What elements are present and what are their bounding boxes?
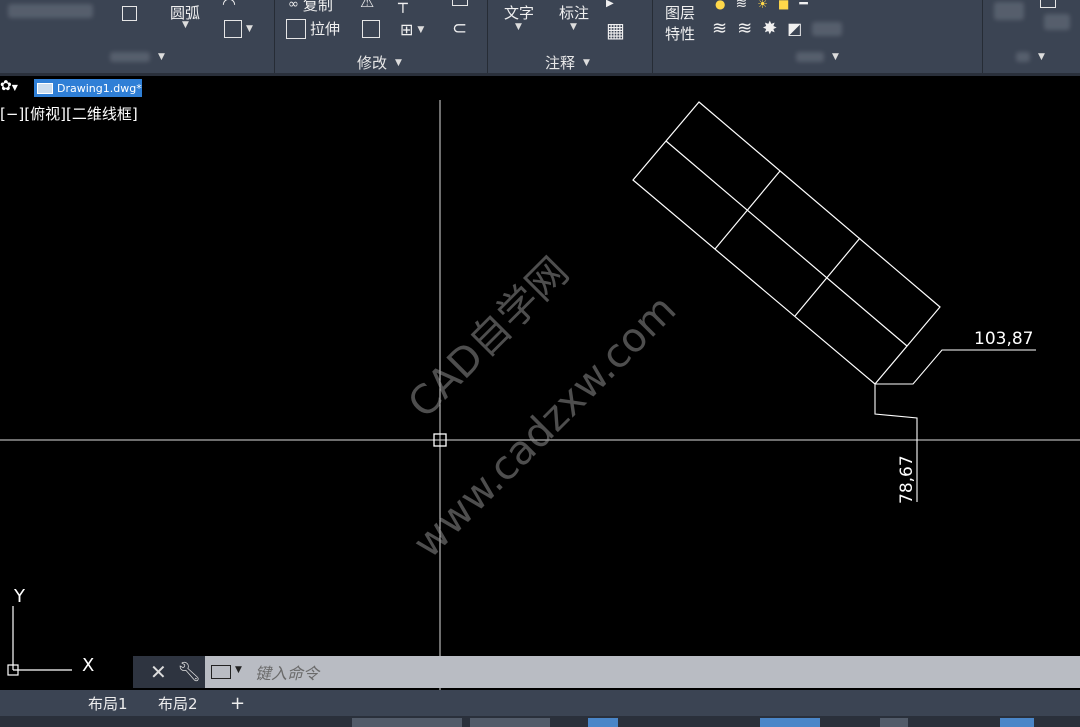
stretch-icon bbox=[286, 18, 306, 39]
wrench-icon[interactable]: 🔧︎ bbox=[177, 660, 201, 683]
copy-tool[interactable]: ∞ 复制 bbox=[288, 0, 333, 15]
status-item[interactable] bbox=[880, 718, 908, 727]
dim-horizontal-value: 103,87 bbox=[974, 329, 1033, 349]
blurred-tool[interactable] bbox=[8, 4, 93, 18]
dimension-caret[interactable]: ▼ bbox=[570, 22, 577, 32]
drawing-file-icon bbox=[37, 82, 53, 94]
status-item[interactable] bbox=[352, 718, 462, 727]
block-panel-title[interactable]: ▼ bbox=[1016, 52, 1045, 62]
text-caret[interactable]: ▼ bbox=[515, 22, 522, 32]
array-tool[interactable]: ⊞ ▼ bbox=[400, 20, 424, 39]
insert-tool[interactable] bbox=[994, 2, 1024, 20]
array-icon: ⊞ bbox=[400, 20, 414, 39]
status-toggle[interactable] bbox=[760, 718, 820, 727]
layer-tools-row1[interactable]: ● ≋ ☀ ■ ━ bbox=[715, 0, 808, 12]
sun-icon: ☀ bbox=[757, 0, 768, 11]
scale-tool[interactable] bbox=[362, 20, 380, 38]
chevron-down-icon[interactable]: ▼ bbox=[235, 665, 242, 675]
block-tool[interactable] bbox=[1040, 0, 1056, 8]
trim-icon[interactable]: ┬ bbox=[398, 0, 408, 13]
gear-icon[interactable]: ✿▼ bbox=[0, 78, 18, 94]
command-input[interactable] bbox=[253, 660, 857, 686]
close-icon[interactable]: ✕ bbox=[150, 660, 167, 684]
layer-properties-line2: 特性 bbox=[665, 25, 696, 43]
layer-stack-icon: ≋ bbox=[712, 18, 728, 39]
copy-icon: ∞ bbox=[288, 0, 299, 12]
layer-edit-icon: ≋ bbox=[735, 0, 748, 12]
status-item[interactable] bbox=[470, 718, 550, 727]
stretch-tool[interactable]: 拉伸 bbox=[286, 18, 340, 39]
hatch-tool[interactable]: ▼ bbox=[224, 20, 253, 38]
layer-properties-line1: 图层 bbox=[665, 4, 696, 22]
dimension-tool[interactable]: 标注 bbox=[559, 2, 589, 23]
offset-icon[interactable]: ⊂ bbox=[452, 18, 467, 39]
command-prompt-icon[interactable] bbox=[211, 665, 231, 679]
command-line: ✕ 🔧︎ ▼ bbox=[133, 656, 1080, 688]
viewport-controls[interactable]: [−][俯视][二维线框] bbox=[0, 103, 138, 124]
status-toggle[interactable] bbox=[588, 718, 618, 727]
dimension-label: 标注 bbox=[559, 4, 590, 22]
copy-label: 复制 bbox=[302, 0, 333, 14]
ribbon: 圆弧 ▼ ▼ ◠ ▼ ∞ 复制 拉伸 ⚠ ┬ ⊞ ▼ ⊂ 修改 ▼ 文字 ▼ 标注 ▼… bbox=[0, 0, 1080, 76]
layer-dash-icon: ━ bbox=[799, 0, 808, 12]
tab-layout2[interactable]: 布局2 bbox=[150, 692, 206, 714]
text-tool[interactable]: 文字 bbox=[504, 2, 534, 23]
mirror-icon[interactable]: ⚠ bbox=[360, 0, 374, 11]
layer-properties-button[interactable]: 图层 特性 bbox=[665, 2, 695, 44]
modify-panel-title[interactable]: 修改 ▼ bbox=[357, 52, 402, 73]
table-icon: ▦ bbox=[606, 18, 625, 42]
tab-layout1[interactable]: 布局1 bbox=[80, 692, 136, 714]
scale-icon bbox=[362, 20, 380, 38]
hatch-icon bbox=[224, 20, 242, 38]
modify-panel-label: 修改 bbox=[357, 54, 388, 72]
leader-icon[interactable]: ▶ bbox=[606, 0, 614, 9]
status-bar bbox=[0, 716, 1080, 727]
text-label: 文字 bbox=[504, 4, 535, 22]
add-layout-button[interactable]: + bbox=[222, 692, 254, 714]
status-toggle[interactable] bbox=[1000, 718, 1034, 727]
layer-tools-row2[interactable]: ≋ ≋ ✸ ◩ bbox=[712, 18, 843, 39]
dim-vertical-value: 78,67 bbox=[897, 455, 917, 504]
file-tab-drawing1[interactable]: Drawing1.dwg* bbox=[34, 79, 142, 97]
ucs-y-label: Y bbox=[13, 586, 26, 607]
layer-stack-icon-2: ≋ bbox=[737, 18, 753, 39]
circle-icon[interactable]: ◠ bbox=[222, 0, 236, 13]
layers-panel-title[interactable]: ▼ bbox=[796, 52, 839, 62]
rotated-rectangle bbox=[632, 101, 941, 385]
bulb-icon: ● bbox=[715, 0, 726, 11]
layer-freeze-icon: ✸ bbox=[762, 18, 778, 39]
layer-lock-icon: ◩ bbox=[787, 19, 803, 38]
stretch-label: 拉伸 bbox=[310, 20, 341, 38]
block-edit-tool[interactable] bbox=[1044, 14, 1070, 30]
lock-icon: ■ bbox=[777, 0, 790, 11]
file-tab-label: Drawing1.dwg* bbox=[57, 81, 142, 95]
fillet-icon[interactable] bbox=[452, 0, 468, 6]
annotation-panel-label: 注释 bbox=[545, 54, 576, 72]
file-tab-bar: ✿▼ Drawing1.dwg* bbox=[0, 76, 1080, 98]
ucs-icon bbox=[7, 606, 72, 676]
drawing-canvas[interactable]: 103,87 78,67 Y X bbox=[0, 98, 1080, 690]
arc-caret[interactable]: ▼ bbox=[182, 20, 189, 30]
annotation-panel-title[interactable]: 注释 ▼ bbox=[545, 52, 590, 73]
draw-panel-title[interactable]: ▼ bbox=[110, 52, 165, 62]
ucs-x-label: X bbox=[82, 655, 94, 676]
layout-tab-bar: 布局1 布局2 + bbox=[0, 690, 1080, 716]
table-tool[interactable]: ▦ bbox=[606, 18, 625, 42]
tool-dropdown[interactable] bbox=[122, 6, 137, 21]
